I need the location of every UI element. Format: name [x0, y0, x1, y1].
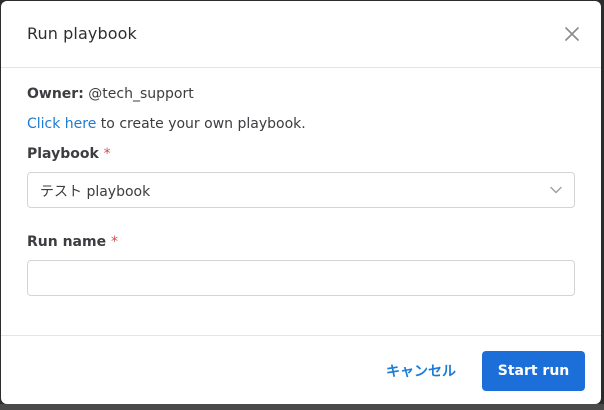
- run-playbook-dialog: Run playbook Owner: @tech_support Click …: [1, 1, 601, 404]
- run-name-input[interactable]: [27, 260, 575, 296]
- create-playbook-hint-text: to create your own playbook.: [96, 116, 306, 132]
- close-icon: [565, 27, 579, 41]
- create-playbook-link[interactable]: Click here: [27, 116, 96, 132]
- create-playbook-hint: Click here to create your own playbook.: [27, 116, 306, 132]
- playbook-label: Playbook *: [27, 146, 111, 162]
- run-name-label: Run name *: [27, 234, 118, 250]
- dialog-header: Run playbook: [1, 1, 601, 68]
- playbook-label-text: Playbook: [27, 146, 99, 162]
- dialog-footer: キャンセル Start run: [1, 335, 601, 404]
- start-run-button[interactable]: Start run: [482, 351, 585, 391]
- required-mark: *: [103, 146, 111, 162]
- playbook-select-value: テスト playbook: [40, 184, 151, 200]
- background-page-strip: [0, 404, 604, 410]
- run-name-label-text: Run name: [27, 234, 107, 250]
- owner-value: @tech_support: [88, 86, 194, 102]
- owner-label: Owner:: [27, 86, 84, 102]
- required-mark: *: [110, 234, 118, 250]
- cancel-button[interactable]: キャンセル: [373, 351, 469, 391]
- owner-line: Owner: @tech_support: [27, 86, 194, 102]
- dialog-title: Run playbook: [27, 24, 137, 43]
- playbook-select[interactable]: テスト playbook: [27, 172, 575, 208]
- chevron-down-icon: [550, 186, 562, 194]
- close-button[interactable]: [561, 23, 583, 45]
